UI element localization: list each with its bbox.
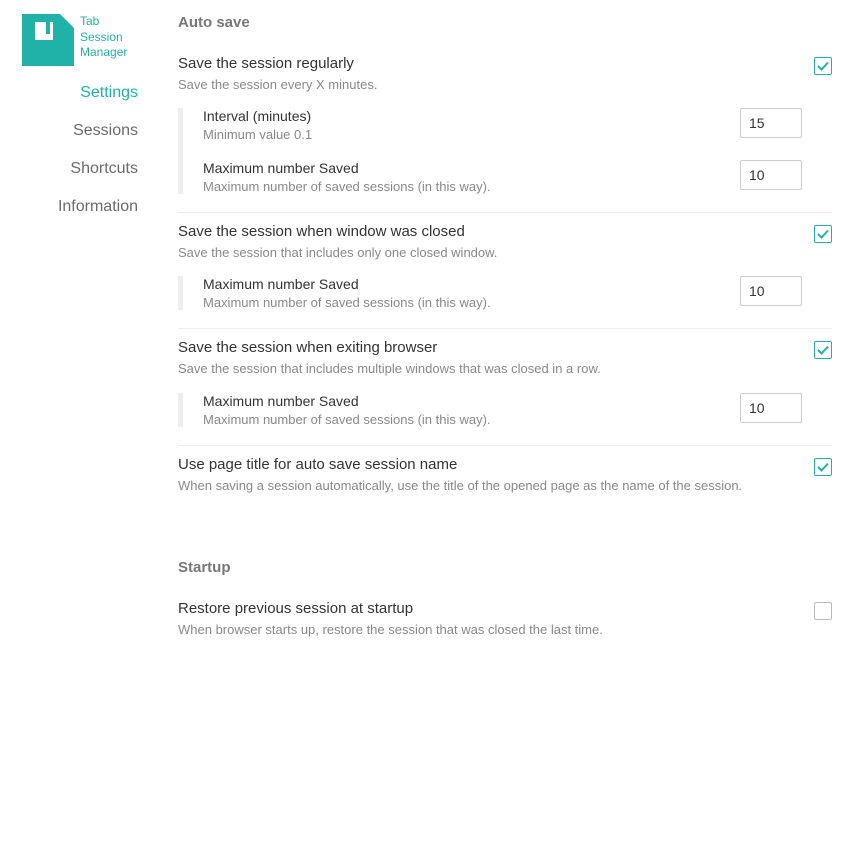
sidebar-item-settings[interactable]: Settings bbox=[80, 84, 142, 102]
section-heading-autosave: Auto save bbox=[178, 14, 832, 31]
sidebar-item-shortcuts[interactable]: Shortcuts bbox=[70, 160, 142, 178]
sub-title: Maximum number Saved bbox=[203, 276, 740, 292]
sub-desc: Maximum number of saved sessions (in thi… bbox=[203, 179, 740, 194]
app-brand: Tab Session Manager bbox=[0, 14, 127, 66]
sub-setting-max-regular: Maximum number Saved Maximum number of s… bbox=[203, 160, 802, 194]
sub-title: Maximum number Saved bbox=[203, 160, 740, 176]
max-winclose-input[interactable] bbox=[740, 276, 802, 306]
sub-title: Maximum number Saved bbox=[203, 393, 740, 409]
save-disk-icon bbox=[22, 14, 74, 66]
sub-setting-max-winclose: Maximum number Saved Maximum number of s… bbox=[203, 276, 802, 310]
max-regular-input[interactable] bbox=[740, 160, 802, 190]
setting-title: Restore previous session at startup bbox=[178, 600, 802, 617]
sub-desc: Maximum number of saved sessions (in thi… bbox=[203, 412, 740, 427]
setting-title: Save the session regularly bbox=[178, 55, 802, 72]
setting-desc: Save the session that includes only one … bbox=[178, 244, 802, 262]
setting-save-window-closed: Save the session when window was closed … bbox=[178, 213, 832, 329]
max-exit-input[interactable] bbox=[740, 393, 802, 423]
sub-title: Interval (minutes) bbox=[203, 108, 740, 124]
sidebar: Tab Session Manager Settings Sessions Sh… bbox=[0, 0, 160, 681]
use-page-title-checkbox[interactable] bbox=[814, 458, 832, 476]
setting-save-exit-browser: Save the session when exiting browser Sa… bbox=[178, 329, 832, 445]
setting-title: Save the session when exiting browser bbox=[178, 339, 802, 356]
setting-use-page-title: Use page title for auto save session nam… bbox=[178, 446, 832, 513]
save-regularly-checkbox[interactable] bbox=[814, 57, 832, 75]
content: Auto save Save the session regularly Sav… bbox=[160, 0, 860, 681]
setting-desc: When saving a session automatically, use… bbox=[178, 477, 802, 495]
section-heading-startup: Startup bbox=[178, 559, 832, 576]
app-title: Tab Session Manager bbox=[80, 14, 127, 61]
setting-title: Save the session when window was closed bbox=[178, 223, 802, 240]
save-window-closed-checkbox[interactable] bbox=[814, 225, 832, 243]
sub-setting-interval: Interval (minutes) Minimum value 0.1 bbox=[203, 108, 802, 142]
sidebar-item-information[interactable]: Information bbox=[58, 198, 142, 216]
setting-restore-startup: Restore previous session at startup When… bbox=[178, 590, 832, 657]
sidebar-nav: Settings Sessions Shortcuts Information bbox=[0, 84, 142, 216]
sub-setting-max-exit: Maximum number Saved Maximum number of s… bbox=[203, 393, 802, 427]
restore-startup-checkbox[interactable] bbox=[814, 602, 832, 620]
setting-title: Use page title for auto save session nam… bbox=[178, 456, 802, 473]
setting-desc: When browser starts up, restore the sess… bbox=[178, 621, 802, 639]
save-exit-browser-checkbox[interactable] bbox=[814, 341, 832, 359]
interval-input[interactable] bbox=[740, 108, 802, 138]
sub-desc: Minimum value 0.1 bbox=[203, 127, 740, 142]
setting-save-regularly: Save the session regularly Save the sess… bbox=[178, 45, 832, 213]
sub-desc: Maximum number of saved sessions (in thi… bbox=[203, 295, 740, 310]
sidebar-item-sessions[interactable]: Sessions bbox=[73, 122, 142, 140]
setting-desc: Save the session every X minutes. bbox=[178, 76, 802, 94]
setting-desc: Save the session that includes multiple … bbox=[178, 360, 802, 378]
